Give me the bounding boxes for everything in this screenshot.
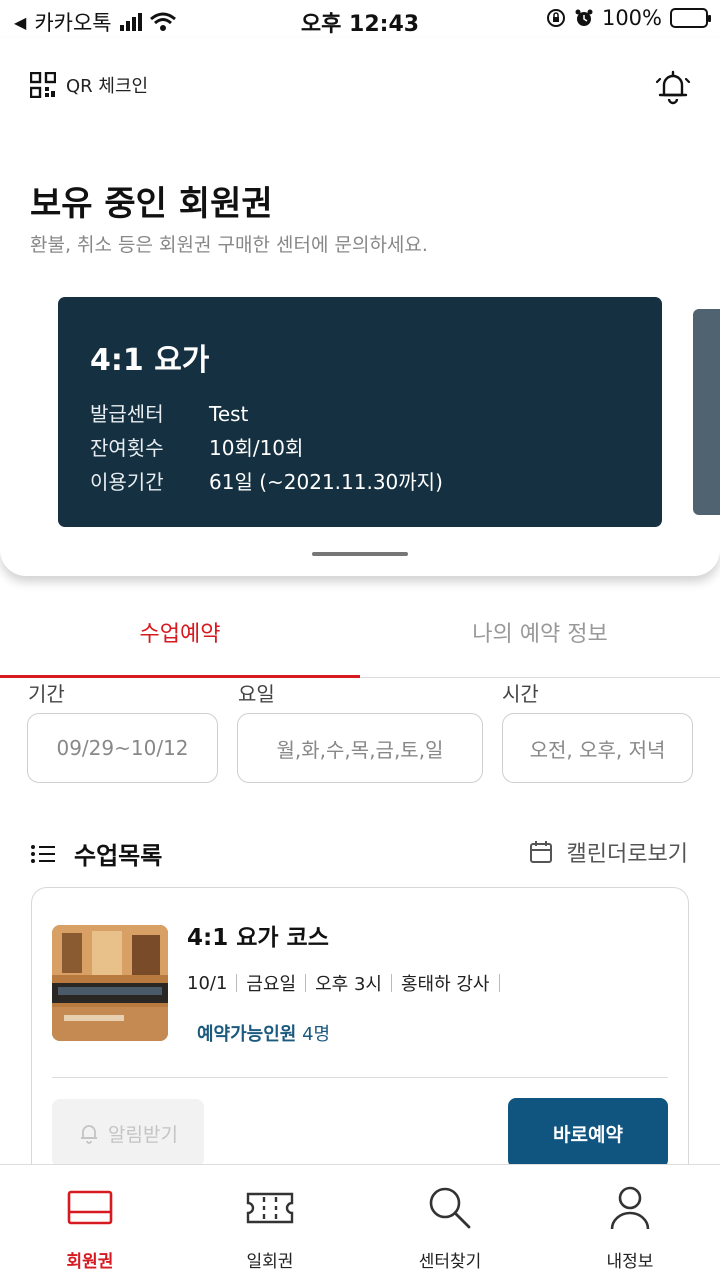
battery-icon: [670, 8, 711, 28]
availability-label: 예약가능인원: [197, 1024, 297, 1045]
list-icon: [31, 844, 55, 863]
class-meta: 10/1 금요일 오후 3시 홍태하 강사: [187, 970, 509, 996]
notify-button[interactable]: 알림받기: [52, 1099, 204, 1167]
nav-day-pass-label[interactable]: 일회권: [247, 1247, 294, 1272]
class-instructor: 홍태하 강사: [400, 974, 490, 995]
tab-class-booking[interactable]: 수업예약: [0, 590, 360, 678]
reserve-now-button[interactable]: 바로예약: [508, 1098, 668, 1168]
membership-sheet: QR 체크인 보유 중인 회원권 환불, 취소 등은 회원권 구매한 센터에 문…: [0, 38, 720, 576]
class-list-title: 수업목록: [74, 842, 163, 870]
class-availability: 예약가능인원 4명: [197, 1020, 330, 1046]
card-row-period: 이용기간 61일 (~2021.11.30까지): [90, 465, 630, 499]
bottom-navigation: 회원권 일회권 센터찾기 내정보: [0, 1164, 720, 1280]
nav-day-pass[interactable]: 일회권: [180, 1165, 360, 1280]
nav-membership[interactable]: 회원권: [0, 1165, 180, 1280]
period-filter-input[interactable]: 09/29~10/12: [27, 713, 218, 783]
nav-my-info-label[interactable]: 내정보: [607, 1247, 654, 1272]
card-row-center: 발급센터 Test: [90, 397, 630, 431]
qr-checkin-label[interactable]: QR 체크인: [66, 72, 148, 98]
membership-card-name: 4:1 요가: [90, 343, 210, 378]
time-filter-label: 시간: [502, 682, 539, 706]
card-row-remaining: 잔여횟수 10회/10회: [90, 431, 630, 465]
nav-find-center[interactable]: 센터찾기: [360, 1165, 540, 1280]
day-filter-input[interactable]: 월,화,수,목,금,토,일: [237, 713, 483, 783]
nav-find-center-label[interactable]: 센터찾기: [419, 1247, 482, 1272]
card-row-key: 발급센터: [90, 402, 164, 426]
calendar-view-button[interactable]: 캘린더로보기: [529, 836, 688, 868]
card-row-key: 이용기간: [90, 470, 164, 494]
nav-membership-label[interactable]: 회원권: [67, 1247, 114, 1272]
search-icon: [429, 1187, 471, 1229]
person-icon: [610, 1186, 650, 1230]
calendar-icon: [529, 841, 552, 863]
status-bar: ◀ 카카오톡 오후 12:43 100%: [0, 0, 720, 38]
membership-card[interactable]: 4:1 요가 발급센터 Test 잔여횟수 10회/10회 이용기간 61일 (…: [58, 297, 662, 527]
period-filter-label: 기간: [28, 682, 65, 706]
qr-checkin-button[interactable]: QR 체크인: [30, 72, 148, 98]
class-list-header: 수업목록: [30, 836, 162, 871]
next-membership-card-peek[interactable]: [693, 309, 720, 515]
nav-my-info[interactable]: 내정보: [540, 1165, 720, 1280]
calendar-view-label[interactable]: 캘린더로보기: [567, 836, 688, 868]
class-date: 10/1: [187, 972, 228, 994]
card-row-value: 10회/10회: [209, 436, 304, 460]
meta-separator: [305, 974, 307, 992]
reservation-tabs: 수업예약 나의 예약 정보: [0, 590, 720, 678]
card-row-value: 61일 (~2021.11.30까지): [209, 470, 443, 494]
notification-bell-icon[interactable]: [654, 68, 692, 106]
class-card[interactable]: 4:1 요가 코스 10/1 금요일 오후 3시 홍태하 강사 예약가능인원 4…: [31, 887, 689, 1207]
rotation-lock-icon: [546, 9, 565, 27]
card-divider: [52, 1077, 668, 1078]
meta-separator: [236, 974, 238, 992]
time-filter-input[interactable]: 오전, 오후, 저녁: [502, 713, 693, 783]
tab-my-reservations[interactable]: 나의 예약 정보: [360, 590, 720, 677]
card-row-key: 잔여횟수: [90, 436, 164, 460]
bell-icon: [81, 1125, 98, 1144]
notify-label[interactable]: 알림받기: [108, 1120, 178, 1147]
ticket-icon: [246, 1192, 294, 1224]
availability-count: 4명: [302, 1024, 331, 1045]
class-weekday: 금요일: [246, 974, 297, 995]
qr-code-icon: [30, 72, 56, 98]
day-filter-label: 요일: [238, 682, 275, 706]
meta-separator: [498, 974, 500, 992]
class-time: 오후 3시: [315, 974, 382, 995]
membership-icon: [67, 1190, 113, 1225]
membership-title: 보유 중인 회원권: [30, 184, 273, 224]
alarm-icon: [575, 9, 593, 26]
class-title[interactable]: 4:1 요가 코스: [187, 918, 329, 952]
sheet-drag-handle[interactable]: [312, 552, 408, 556]
card-row-value: Test: [209, 402, 249, 426]
battery-percent: 100%: [601, 6, 662, 30]
meta-separator: [390, 974, 392, 992]
membership-subtitle: 환불, 취소 등은 회원권 구매한 센터에 문의하세요.: [30, 234, 428, 256]
class-thumbnail: [52, 925, 168, 1041]
